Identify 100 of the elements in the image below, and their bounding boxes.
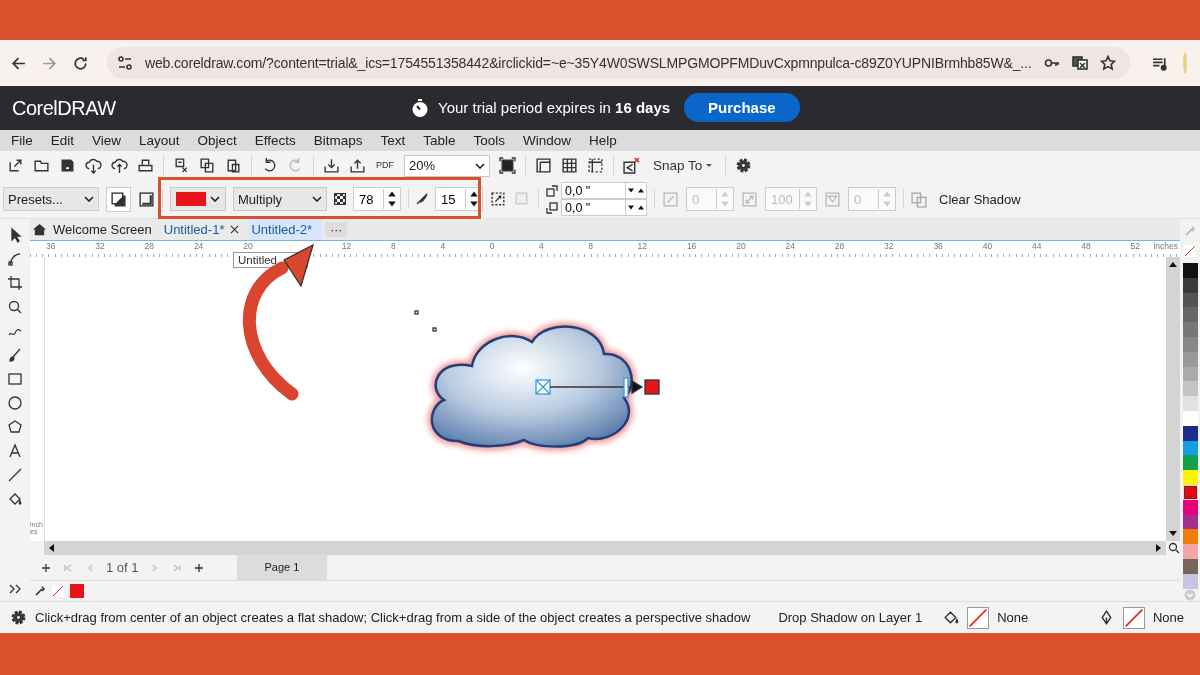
menu-item[interactable]: Tools [464,133,514,148]
opacity-field[interactable]: 78 [353,187,401,211]
menu-item[interactable]: Bitmaps [304,133,372,148]
purchase-button[interactable]: Purchase [684,93,800,122]
spinner-arrows-icon[interactable] [625,200,646,215]
cloud-upload-icon[interactable] [111,157,128,174]
settings-icon[interactable] [10,609,27,626]
site-settings-icon[interactable] [117,55,133,71]
address-bar[interactable]: web.coreldraw.com/?content=trial&_ics=1754551358442&irclickid=~e~35Y4W0SWSLMPGMOPFMDuvCxpmnpulca-c89Z0YUPNIBrmhb85W&_... [107,47,1130,79]
feather-direction-icon[interactable] [490,190,507,208]
palette-swatch[interactable] [1182,322,1198,337]
spinner-arrows-icon[interactable] [625,183,646,198]
clear-shadow-button[interactable]: Clear Shadow [935,191,1025,207]
feather-field[interactable]: 15 [435,187,483,211]
publish-pdf-button[interactable]: PDF [375,161,395,170]
document-color-swatch[interactable] [70,584,84,598]
export-icon[interactable] [349,157,366,174]
shadow-color-picker[interactable] [170,187,226,211]
grid-icon[interactable] [561,157,578,174]
zoom-dropdown[interactable]: 20% [404,154,490,177]
zoom-navigator-icon[interactable] [1168,542,1180,554]
line-icon[interactable] [7,467,23,483]
add-page-icon[interactable] [40,561,52,574]
no-color-swatch[interactable] [1184,245,1196,257]
scroll-right-icon[interactable] [1156,544,1162,552]
settings-icon[interactable] [735,157,753,174]
palette-swatch[interactable] [1182,396,1198,411]
cloud-download-icon[interactable] [85,157,102,174]
scroll-left-icon[interactable] [48,544,54,552]
document-tab[interactable]: Untitled-2* [249,219,323,240]
brush-icon[interactable] [7,347,23,363]
menu-item[interactable]: File [2,133,42,148]
no-color-swatch[interactable] [52,585,64,597]
rulers-icon[interactable] [535,157,552,174]
menu-item[interactable]: Window [514,133,581,148]
stopwatch-icon [410,96,430,119]
menu-item[interactable]: Layout [130,133,189,148]
palette-swatch[interactable] [1182,307,1198,323]
fill-icon[interactable] [7,491,23,507]
printer-icon[interactable] [137,157,154,174]
menu-item[interactable]: View [83,133,131,148]
offset-y-field[interactable]: 0,0 " [561,199,647,216]
menu-item[interactable]: Edit [41,133,84,148]
paste-icon[interactable] [225,157,242,174]
page-tab[interactable]: Page 1 [236,555,328,580]
fill-status: None [997,610,1029,625]
scroll-down-icon[interactable] [1169,531,1177,537]
ellipse-icon[interactable] [7,395,23,411]
star-icon[interactable] [1099,55,1116,71]
vertical-scrollbar[interactable] [1166,257,1180,541]
scroll-up-icon[interactable] [1169,261,1177,267]
share-icon[interactable] [7,157,24,174]
polygon-icon[interactable] [7,419,23,435]
add-page-icon[interactable] [192,561,205,574]
document-tab[interactable]: Untitled-1* [161,219,250,240]
document-tab[interactable]: Welcome Screen [30,219,162,240]
save-icon[interactable] [59,157,76,174]
outline-status: None [1152,610,1184,625]
presets-dropdown[interactable]: Presets... [3,187,99,211]
offset-x-icon [546,184,558,197]
reload-icon[interactable] [72,54,89,72]
snap-off-icon[interactable] [623,157,640,174]
fill-bucket-icon [942,609,960,626]
inner-shadow-icon[interactable] [138,190,155,208]
palette-swatch[interactable] [1182,470,1198,485]
menu-item[interactable]: Object [188,133,246,148]
translate-icon[interactable] [1071,55,1088,71]
eyedropper-icon[interactable] [34,585,46,597]
full-screen-icon[interactable] [499,157,516,174]
shape-node-icon[interactable] [7,251,23,267]
palette-swatch[interactable] [1182,263,1198,278]
palette-swatch[interactable] [1182,544,1198,559]
text-tool-icon[interactable] [7,443,23,459]
more-tabs-button[interactable]: ··· [325,222,348,237]
shadow-direction-handle[interactable] [535,377,660,398]
import-icon[interactable] [323,157,340,174]
blend-mode-dropdown[interactable]: Multiply [233,187,327,211]
menu-item[interactable]: Help [580,133,626,148]
menu-item[interactable]: Effects [245,133,305,148]
status-hint: Click+drag from center of an object creates a flat shadow; Click+drag from a side of the object creates a perspective shadow [35,610,751,625]
selection-handle[interactable] [414,310,419,315]
copy-icon[interactable] [199,157,216,174]
selection-handle[interactable] [432,327,437,332]
offset-x-field[interactable]: 0,0 " [561,182,647,199]
rectangle-icon[interactable] [7,371,23,387]
close-icon[interactable] [230,225,240,234]
menu-item[interactable]: Table [414,133,465,148]
palette-swatch[interactable] [1182,381,1198,397]
crop-icon[interactable] [7,275,23,291]
snap-to-button[interactable]: Snap To [649,158,717,173]
horizontal-scrollbar[interactable] [44,541,1166,555]
menu-item[interactable]: Text [371,133,415,148]
guidelines-icon[interactable] [587,157,604,174]
palette-swatch[interactable] [1182,529,1198,545]
search-icon[interactable] [7,299,23,315]
cut-document-icon[interactable] [173,157,190,174]
shadow-icon[interactable] [106,186,131,212]
checkerboard-icon [334,193,346,205]
palette-swatch[interactable] [1182,455,1198,471]
chevron-down-icon [312,196,322,202]
